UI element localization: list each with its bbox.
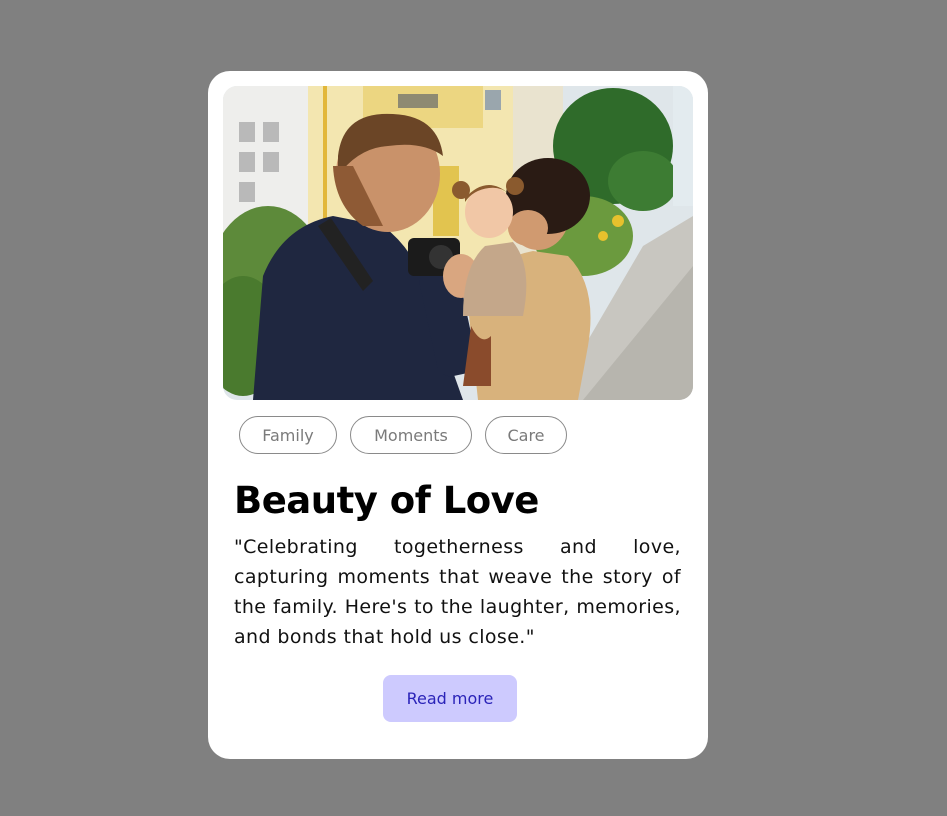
card-image [223,86,693,400]
card-description: "Celebrating togetherness and love, capt… [234,536,681,648]
tag-family[interactable]: Family [239,416,337,454]
post-card: Family Moments Care Beauty of Love "Cele… [208,71,708,759]
family-photo-illustration [223,86,693,400]
tag-moments[interactable]: Moments [350,416,472,454]
card-title: Beauty of Love [234,479,539,522]
read-more-button[interactable]: Read more [383,675,517,722]
tag-list: Family Moments Care [239,416,567,454]
tag-care[interactable]: Care [485,416,567,454]
